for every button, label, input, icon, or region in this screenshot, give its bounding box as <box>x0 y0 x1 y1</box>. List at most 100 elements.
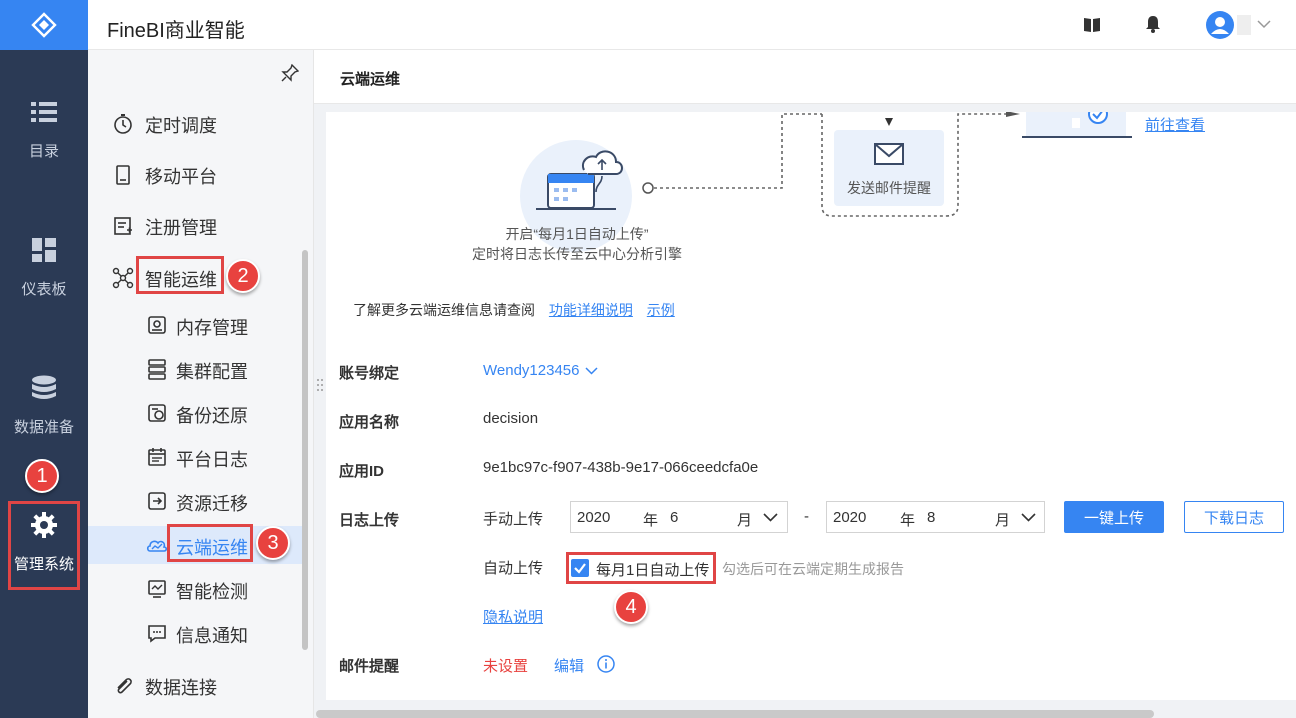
memory-icon <box>148 316 166 334</box>
example-link[interactable]: 示例 <box>647 302 675 318</box>
book-icon[interactable] <box>1083 17 1101 33</box>
log-icon <box>148 448 166 466</box>
auto-upload-highlight: 每月1日自动上传 <box>566 552 716 584</box>
submenu-item-memory[interactable]: 内存管理 <box>88 306 302 344</box>
from-month: 6 <box>670 509 679 526</box>
flow-step2-label: 发送邮件提醒 <box>847 180 931 196</box>
info-icon[interactable] <box>597 655 615 673</box>
to-month: 8 <box>927 509 936 526</box>
step-badge-4: 4 <box>614 590 648 624</box>
submenu-item-label: 集群配置 <box>176 362 248 382</box>
content-panel: 开启“每月1日自动上传” 定时将日志长传至云中心分析引擎 发送邮件提醒 前往查看… <box>326 112 1296 700</box>
logo-icon <box>31 12 57 38</box>
submenu-item-label: 平台日志 <box>176 450 248 470</box>
nav-item-label: 目录 <box>28 143 59 160</box>
avatar[interactable] <box>1206 11 1234 39</box>
download-log-button[interactable]: 下载日志 <box>1184 501 1284 533</box>
detect-icon <box>148 580 166 598</box>
submenu-item-detect[interactable]: 智能检测 <box>88 570 302 608</box>
from-date-select[interactable]: 2020 年 6 月 <box>570 501 788 533</box>
view-link[interactable]: 前往查看 <box>1145 114 1205 135</box>
menu-item-label: 定时调度 <box>145 116 217 136</box>
flow-step1-line2: 定时将日志长传至云中心分析引擎 <box>472 246 682 262</box>
user-icon <box>1211 17 1229 34</box>
page-title: 云端运维 <box>340 71 401 88</box>
menu-item-mobile[interactable]: 移动平台 <box>88 154 314 194</box>
chevron-down-icon <box>763 513 778 522</box>
month-unit: 月 <box>737 512 753 529</box>
nav-item-catalog[interactable]: 目录 <box>0 92 88 202</box>
upload-button[interactable]: 一键上传 <box>1064 501 1164 533</box>
date-range-dash: - <box>804 508 809 525</box>
account-label: 账号绑定 <box>339 365 400 382</box>
step-badge-3: 3 <box>256 526 290 560</box>
auto-upload-checkbox[interactable] <box>571 559 589 577</box>
network-icon <box>112 267 134 289</box>
submenu-item-label: 内存管理 <box>176 318 248 338</box>
menu-item-label: 移动平台 <box>145 167 217 187</box>
mail-label: 邮件提醒 <box>339 658 400 675</box>
privacy-link[interactable]: 隐私说明 <box>483 606 543 627</box>
submenu-item-label: 智能检测 <box>176 582 248 602</box>
auto-upload-checkbox-label: 每月1日自动上传 <box>596 562 710 579</box>
cloud-ops-icon <box>146 540 168 552</box>
nav-item-dashboard[interactable]: 仪表板 <box>0 230 88 340</box>
to-year: 2020 <box>833 509 867 526</box>
mail-edit-link[interactable]: 编辑 <box>554 655 584 676</box>
info-text: 了解更多云端运维信息请查阅 <box>353 302 535 318</box>
account-select[interactable]: Wendy123456 <box>483 362 598 379</box>
nav-item-label: 仪表板 <box>21 281 67 298</box>
highlight-box-admin <box>8 501 80 590</box>
year-unit: 年 <box>900 512 916 529</box>
manual-upload-label: 手动上传 <box>483 511 544 528</box>
main-horizontal-scrollbar[interactable] <box>316 710 1154 718</box>
submenu-item-cluster[interactable]: 集群配置 <box>88 350 302 388</box>
menu-item-data-connection[interactable]: 数据连接 <box>88 665 314 705</box>
dashboard-icon <box>32 230 56 270</box>
appname-value: decision <box>483 410 539 427</box>
bell-icon[interactable] <box>1145 15 1161 33</box>
app-title: FineBI商业智能 <box>107 20 245 42</box>
backup-icon <box>148 404 166 422</box>
register-icon <box>114 217 132 235</box>
submenu-item-backup[interactable]: 备份还原 <box>88 394 302 432</box>
from-year: 2020 <box>577 509 611 526</box>
submenu-item-migrate[interactable]: 资源迁移 <box>88 482 302 520</box>
appname-label: 应用名称 <box>339 414 400 431</box>
appid-value: 9e1bc97c-f907-438b-9e17-066ceedcfa0e <box>483 459 759 476</box>
submenu-item-notification[interactable]: 信息通知 <box>88 614 302 652</box>
log-upload-label: 日志上传 <box>339 512 400 529</box>
highlight-box-smart-ops <box>136 256 224 294</box>
chevron-down-icon <box>585 366 598 375</box>
database-icon <box>31 368 57 408</box>
menu-item-label: 注册管理 <box>145 218 217 238</box>
sidebar-menu: 定时调度 移动平台 注册管理 智能运维 内存管理 集群配置 备份还原 平台日志 … <box>88 50 314 718</box>
left-nav: 目录 仪表板 数据准备 管理系统 <box>0 0 88 718</box>
submenu-item-label: 信息通知 <box>176 626 248 646</box>
migrate-icon <box>148 492 166 510</box>
logo[interactable] <box>0 0 88 50</box>
auto-upload-label: 自动上传 <box>483 560 544 577</box>
flow-step1-line1: 开启“每月1日自动上传” <box>505 226 649 242</box>
timer-icon <box>114 114 132 134</box>
menu-item-schedule[interactable]: 定时调度 <box>88 103 314 143</box>
username-masked <box>1237 15 1251 35</box>
pin-icon[interactable] <box>281 64 299 82</box>
highlight-box-cloud-ops <box>167 524 253 562</box>
message-icon <box>148 625 166 643</box>
main-area: 云端运维 开启“每月1日自动上传” 定时将日志长传至云中心分析引擎 发送邮件提醒… <box>314 50 1296 718</box>
to-date-select[interactable]: 2020 年 8 月 <box>826 501 1045 533</box>
menu-item-register[interactable]: 注册管理 <box>88 205 314 245</box>
mobile-icon <box>116 165 130 185</box>
resize-handle[interactable] <box>316 375 324 395</box>
sidebar-scrollbar[interactable] <box>302 250 308 650</box>
feature-doc-link[interactable]: 功能详细说明 <box>549 302 633 318</box>
chevron-down-icon[interactable] <box>1257 20 1271 29</box>
auto-upload-hint: 勾选后可在云端定期生成报告 <box>722 561 904 577</box>
paperclip-icon <box>117 678 132 694</box>
submenu-item-platform-log[interactable]: 平台日志 <box>88 438 302 476</box>
list-icon <box>31 92 57 132</box>
menu-item-label: 数据连接 <box>145 678 217 698</box>
cluster-icon <box>148 359 166 380</box>
info-row: 了解更多云端运维信息请查阅 功能详细说明 示例 <box>353 300 675 320</box>
